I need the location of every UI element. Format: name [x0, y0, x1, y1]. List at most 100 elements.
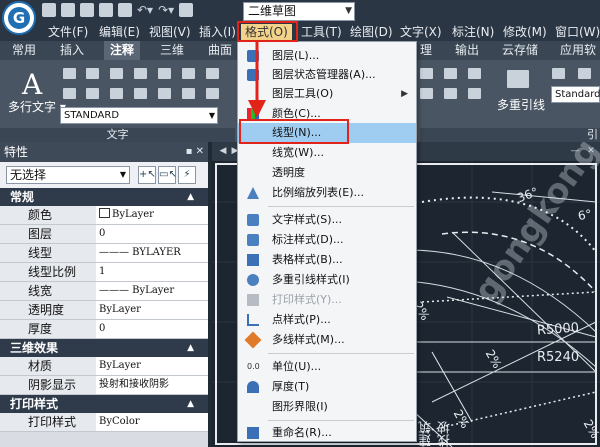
multileader-style-select[interactable]: Standard: [551, 86, 600, 103]
find-text-icon[interactable]: [86, 68, 99, 79]
multiline-text-icon[interactable]: A: [22, 68, 42, 101]
text-export-icon[interactable]: [110, 88, 123, 99]
prop-row-plot-style[interactable]: 打印样式 ByColor: [0, 413, 208, 432]
tab-surface[interactable]: 曲面: [208, 41, 232, 60]
prop-row-layer[interactable]: 图层 0: [0, 225, 208, 244]
menu-item-lineweight[interactable]: 线宽(W)...: [238, 143, 416, 163]
prop-value[interactable]: ——— ByLayer: [96, 282, 208, 300]
app-logo[interactable]: G: [2, 1, 36, 35]
print-icon[interactable]: [118, 3, 132, 17]
text-tool-icon[interactable]: [182, 68, 195, 79]
collapse-icon: ▲: [187, 192, 194, 202]
menu-item-dim-style[interactable]: 标注样式(D)...: [238, 230, 416, 250]
section-3d-effects[interactable]: 三维效果 ▲: [0, 339, 208, 357]
menu-window[interactable]: 窗口(W): [555, 24, 600, 41]
add-leader-icon[interactable]: [552, 68, 565, 79]
multiline-text-button[interactable]: 多行文字 ▾: [8, 98, 66, 115]
menu-dimension[interactable]: 标注(N): [452, 24, 494, 41]
section-plot-style[interactable]: 打印样式 ▲: [0, 395, 208, 413]
menu-item-rename[interactable]: 重命名(R)...: [238, 423, 416, 443]
prop-row-material[interactable]: 材质 ByLayer: [0, 357, 208, 376]
remove-leader-icon[interactable]: [578, 68, 591, 79]
menu-view[interactable]: 视图(V): [149, 24, 191, 41]
prop-value[interactable]: ByLayer: [96, 301, 208, 319]
menu-file[interactable]: 文件(F): [48, 24, 88, 41]
prop-value[interactable]: ByLayer: [96, 206, 208, 224]
tab-manage[interactable]: 理: [420, 41, 432, 60]
prop-value[interactable]: ByColor: [96, 413, 208, 431]
prop-row-color[interactable]: 颜色 ByLayer: [0, 206, 208, 225]
menu-edit[interactable]: 编辑(E): [99, 24, 140, 41]
toggle-pickadd-icon[interactable]: +↖: [138, 166, 156, 184]
check-spelling-icon[interactable]: [63, 68, 76, 79]
palette-controls[interactable]: ▪ ✕: [186, 142, 204, 162]
save-icon[interactable]: [80, 3, 94, 17]
sum-icon[interactable]: [110, 68, 123, 79]
prop-value[interactable]: 0: [96, 320, 208, 338]
undo-icon[interactable]: ↶▾: [137, 3, 153, 17]
text-edit-icon[interactable]: [63, 88, 76, 99]
menu-draw[interactable]: 绘图(D): [350, 24, 393, 41]
multileader-icon[interactable]: [507, 70, 529, 88]
prop-row-thickness[interactable]: 厚度 0: [0, 320, 208, 339]
text-format-icon[interactable]: [206, 68, 219, 79]
section-general[interactable]: 常规 ▲: [0, 188, 208, 206]
prop-row-transparency[interactable]: 透明度 ByLayer: [0, 301, 208, 320]
menu-item-limits[interactable]: 图形界限(I): [238, 397, 416, 417]
tab-annotate[interactable]: 注释: [104, 41, 141, 60]
menu-item-point-style[interactable]: 点样式(P)...: [238, 310, 416, 330]
menu-tools[interactable]: 工具(T): [301, 24, 342, 41]
prop-value[interactable]: 0: [96, 225, 208, 243]
tab-output[interactable]: 输出: [455, 41, 479, 60]
prop-row-linetype-scale[interactable]: 线型比例 1: [0, 263, 208, 282]
text-replace-icon[interactable]: [86, 88, 99, 99]
open-file-icon[interactable]: [61, 3, 75, 17]
menu-text[interactable]: 文字(X): [400, 24, 442, 41]
workspace-switch-icon[interactable]: [179, 3, 194, 17]
menu-item-table-style[interactable]: 表格样式(B)...: [238, 250, 416, 270]
menu-item-mline-style[interactable]: 多线样式(M)...: [238, 330, 416, 350]
tab-insert[interactable]: 插入: [60, 41, 84, 60]
circle-tool-icon[interactable]: [444, 68, 457, 79]
menu-item-thickness[interactable]: 厚度(T): [238, 377, 416, 397]
menu-item-transparency[interactable]: 透明度: [238, 163, 416, 183]
text-frame-icon[interactable]: [158, 88, 171, 99]
workspace-select[interactable]: 二维草图 ▼: [243, 2, 355, 21]
text-mask-icon[interactable]: [182, 88, 195, 99]
prop-row-linetype[interactable]: 线型 ——— BYLAYER: [0, 244, 208, 263]
dimension-tool-icon[interactable]: [468, 68, 481, 79]
multileader-button[interactable]: 多重引线: [497, 96, 545, 113]
prop-value[interactable]: 投射和接收阴影: [96, 376, 208, 394]
text-style-select[interactable]: STANDARD ▼: [60, 107, 218, 124]
prop-value[interactable]: ——— BYLAYER: [96, 244, 208, 262]
selection-select[interactable]: 无选择 ▼: [6, 166, 130, 184]
prop-row-lineweight[interactable]: 线宽 ——— ByLayer: [0, 282, 208, 301]
menu-modify[interactable]: 修改(M): [503, 24, 547, 41]
select-objects-icon[interactable]: ▭↖: [158, 166, 177, 184]
tab-home[interactable]: 常用: [12, 41, 36, 60]
tab-3d[interactable]: 三维: [160, 41, 184, 60]
menu-item-mleader-style[interactable]: 多重引线样式(I): [238, 270, 416, 290]
prop-value[interactable]: 1: [96, 263, 208, 281]
redo-icon[interactable]: ↷▾: [158, 3, 174, 17]
tab-apps[interactable]: 应用软: [560, 41, 596, 60]
table-insert-icon[interactable]: [420, 68, 433, 79]
menu-item-units[interactable]: 0.0 单位(U)...: [238, 357, 416, 377]
save-as-icon[interactable]: [99, 3, 113, 17]
menu-item-text-style[interactable]: 文字样式(S)...: [238, 210, 416, 230]
prop-row-shadow[interactable]: 阴影显示 投射和接收阴影: [0, 376, 208, 395]
menu-item-scale-list[interactable]: 比例缩放列表(E)...: [238, 183, 416, 203]
menu-insert[interactable]: 插入(I): [199, 24, 236, 41]
text-case-icon[interactable]: [134, 88, 147, 99]
text-align-icon[interactable]: [134, 68, 147, 79]
prop-value[interactable]: ByLayer: [96, 357, 208, 375]
break-tool-icon[interactable]: [420, 88, 433, 99]
text-more-icon[interactable]: [206, 88, 219, 99]
quick-select-icon[interactable]: ⚡: [178, 166, 196, 184]
jog-tool-icon[interactable]: [468, 88, 481, 99]
arc-text-icon[interactable]: [158, 68, 171, 79]
center-mark-icon[interactable]: [444, 88, 457, 99]
menu-item-label: 图层(L)...: [272, 49, 320, 62]
new-file-icon[interactable]: [42, 3, 56, 17]
tab-cloud[interactable]: 云存储: [502, 41, 538, 60]
